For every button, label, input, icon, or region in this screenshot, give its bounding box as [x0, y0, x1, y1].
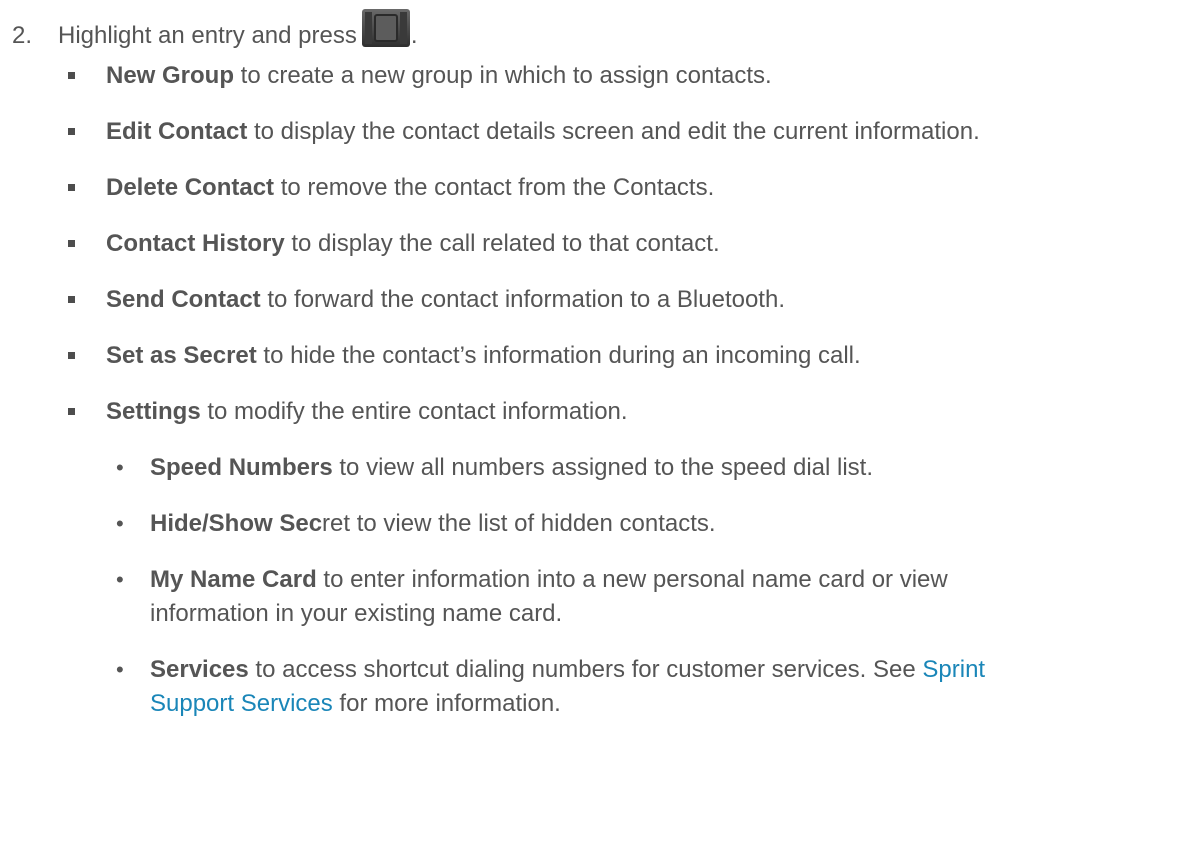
- round-bullet-icon: •: [116, 567, 124, 592]
- square-bullet-icon: [68, 184, 75, 191]
- square-bullet-icon: [68, 408, 75, 415]
- option-contact-history: Contact History to display the call rela…: [106, 230, 720, 257]
- square-bullet-icon: [68, 352, 75, 359]
- square-bullet-icon: [68, 72, 75, 79]
- option-set-as-secret: Set as Secret to hide the contact’s info…: [106, 342, 861, 369]
- suboption-services: Services to access shortcut dialing numb…: [150, 656, 986, 683]
- suboption-speed-numbers: Speed Numbers to view all numbers assign…: [150, 454, 874, 481]
- sprint-support-link[interactable]: Sprint: [922, 656, 985, 683]
- option-edit-contact: Edit Contact to display the contact deta…: [106, 118, 980, 145]
- step-number: 2.: [12, 22, 33, 49]
- suboption-my-name-card: My Name Card to enter information into a…: [150, 566, 948, 593]
- round-bullet-icon: •: [116, 511, 124, 536]
- option-new-group: New Group to create a new group in which…: [106, 62, 772, 89]
- suboption-services-cont: Support Services for more information.: [150, 690, 561, 717]
- sprint-support-link-cont[interactable]: Support Services: [150, 690, 333, 717]
- round-bullet-icon: •: [116, 455, 124, 480]
- square-bullet-icon: [68, 240, 75, 247]
- square-bullet-icon: [68, 296, 75, 303]
- suboption-my-name-card-cont: information in your existing name card.: [150, 600, 563, 627]
- option-send-contact: Send Contact to forward the contact info…: [106, 286, 785, 313]
- option-delete-contact: Delete Contact to remove the contact fro…: [106, 174, 715, 201]
- menu-key-icon: [361, 8, 411, 48]
- round-bullet-icon: •: [116, 657, 124, 682]
- option-settings: Settings to modify the entire contact in…: [106, 398, 628, 425]
- square-bullet-icon: [68, 128, 75, 135]
- step-period: .: [410, 22, 418, 49]
- step-text: Highlight an entry and press: [58, 22, 357, 49]
- suboption-hide-show-secret: Hide/Show Secret to view the list of hid…: [150, 510, 716, 537]
